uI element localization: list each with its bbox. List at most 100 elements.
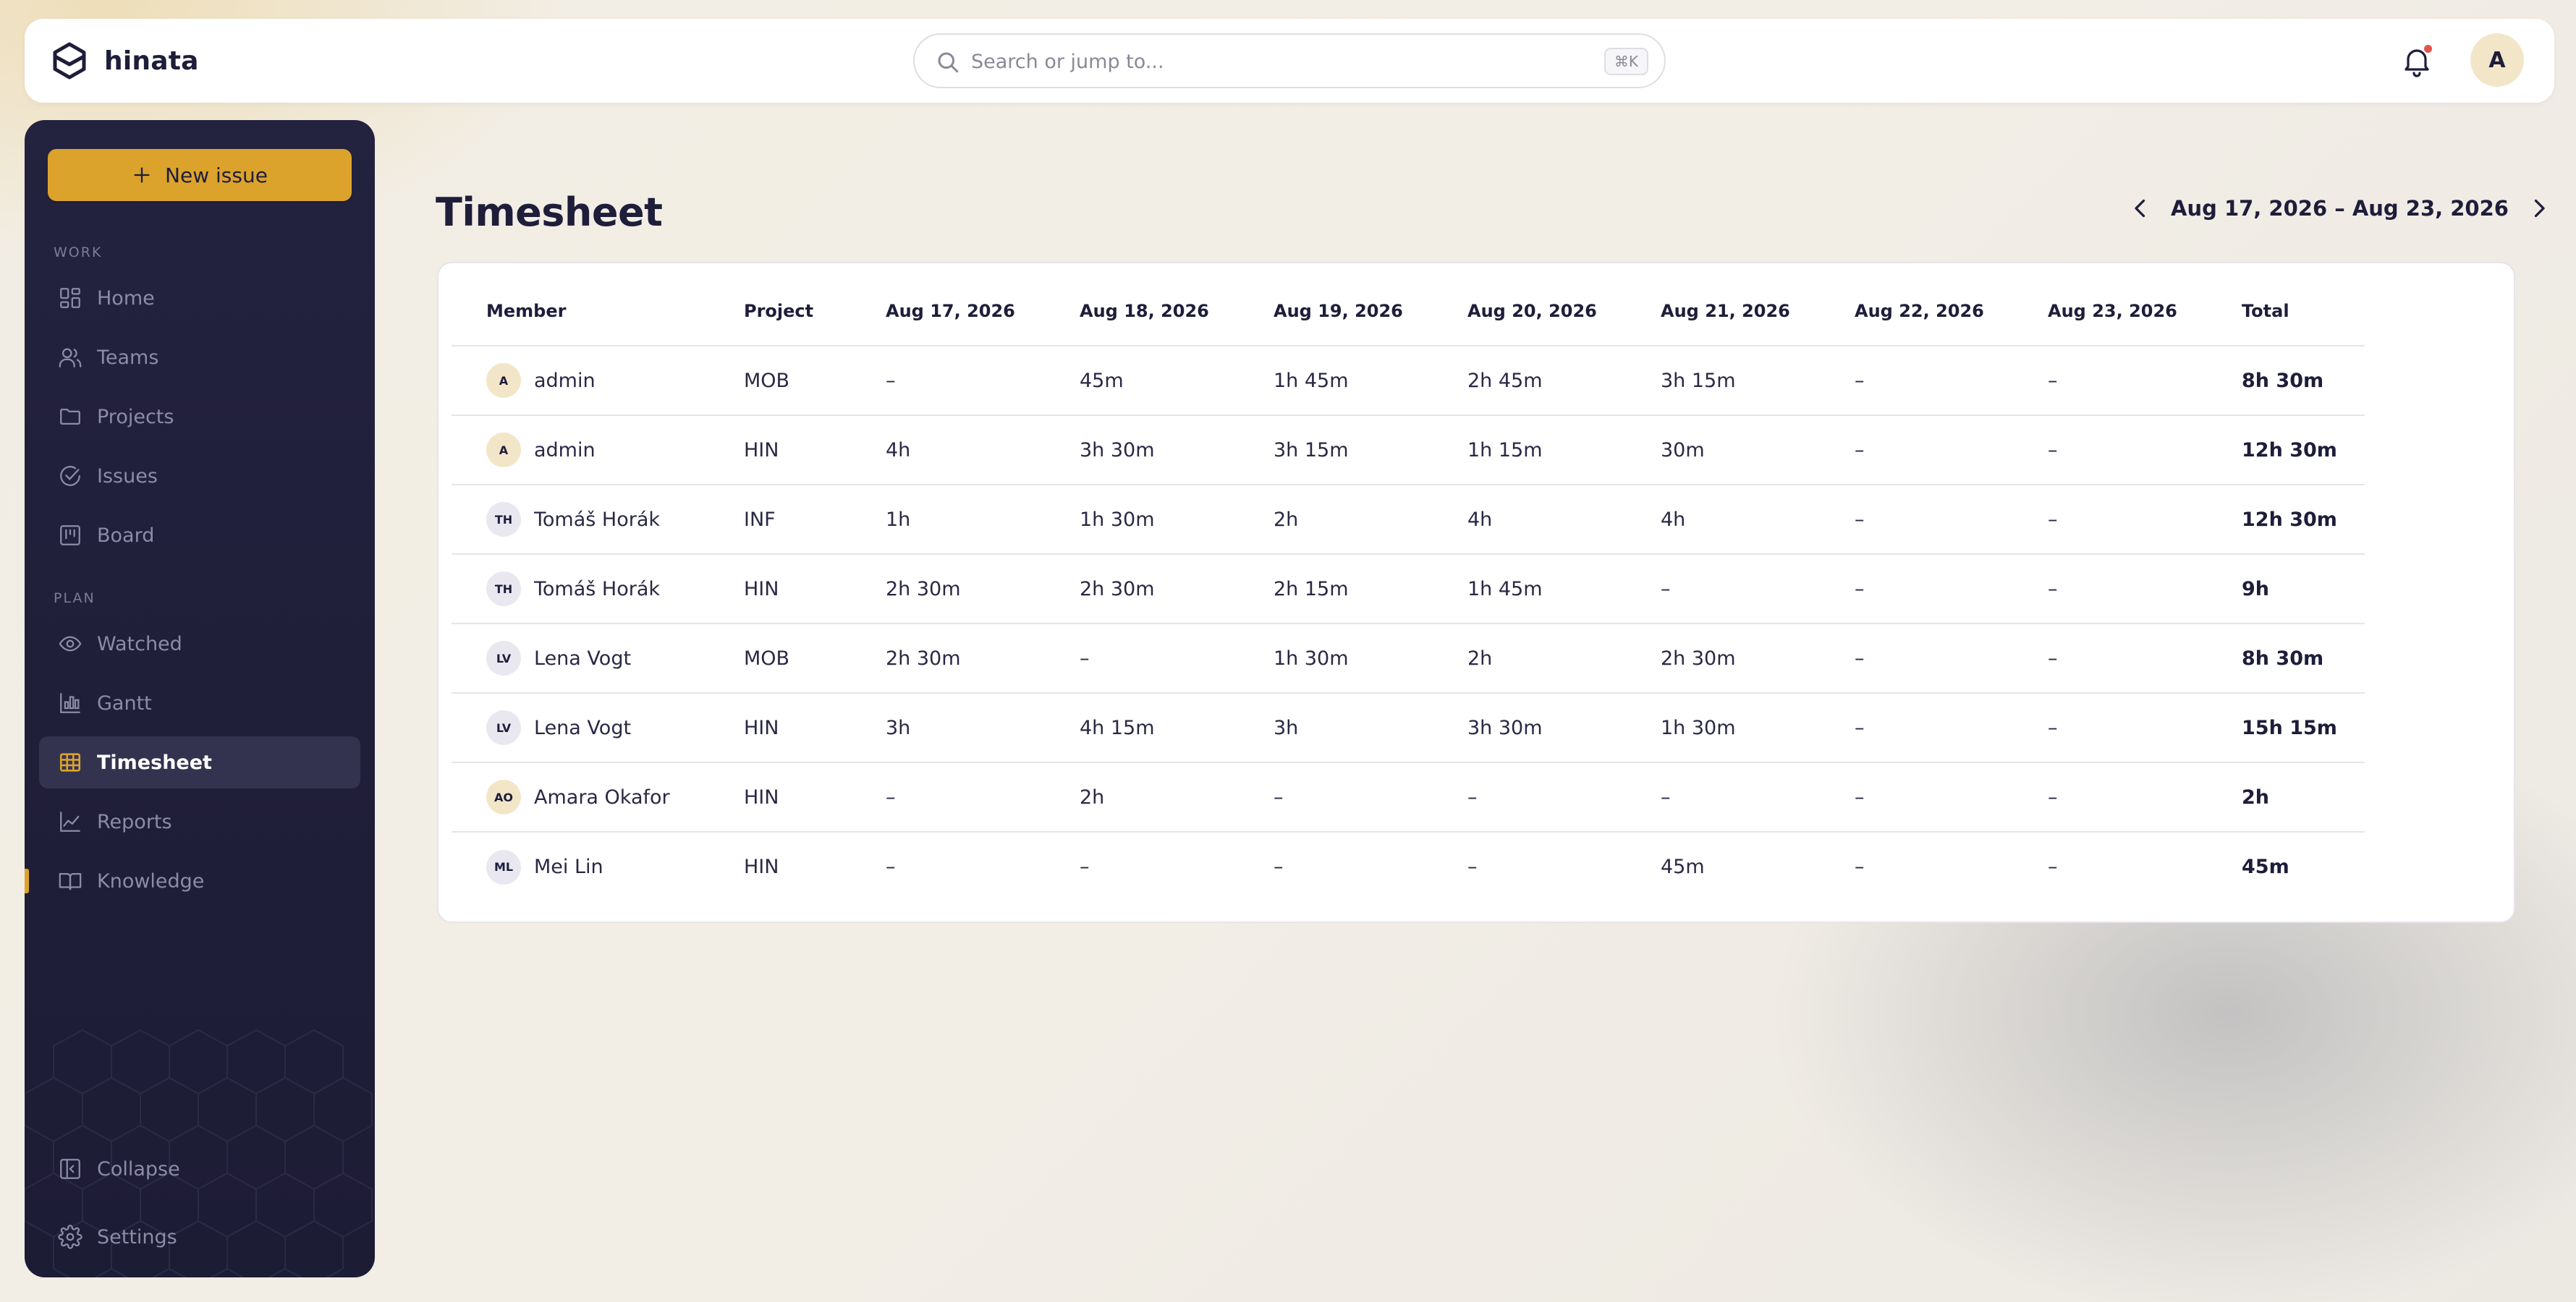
time-cell[interactable]: 1h 30m (1274, 624, 1467, 694)
sidebar-item-knowledge[interactable]: Knowledge (39, 855, 360, 907)
sidebar-item-timesheet[interactable]: Timesheet (39, 736, 360, 788)
time-cell[interactable]: 4h (1467, 485, 1661, 555)
total-cell: 8h 30m (2242, 346, 2365, 416)
time-cell[interactable]: 2h 45m (1467, 346, 1661, 416)
table-row[interactable]: TH Tomáš Horák INF 1h 1h 30m 2h 4h 4h – –… (452, 485, 2365, 555)
time-cell[interactable]: 4h (886, 415, 1080, 485)
kanban-icon (60, 525, 80, 545)
sidebar-item-label: Watched (97, 632, 182, 655)
time-cell[interactable]: – (1661, 762, 1855, 833)
member-name: Tomáš Horák (534, 508, 661, 531)
collapse-label: Collapse (97, 1157, 180, 1180)
table-row[interactable]: LV Lena Vogt MOB 2h 30m – 1h 30m 2h 2h 30… (452, 624, 2365, 694)
time-cell[interactable]: 4h 15m (1080, 693, 1274, 763)
sidebar-item-gantt[interactable]: Gantt (39, 677, 360, 729)
sidebar-item-home[interactable]: Home (39, 272, 360, 324)
time-cell[interactable]: 45m (1080, 346, 1274, 416)
time-cell[interactable]: – (1855, 624, 2048, 694)
sidebar-item-board[interactable]: Board (39, 509, 360, 561)
time-cell[interactable]: – (2048, 762, 2242, 833)
time-cell[interactable]: – (1661, 554, 1855, 624)
time-cell[interactable]: – (2048, 485, 2242, 555)
time-cell[interactable]: 3h (1274, 693, 1467, 763)
time-cell[interactable]: – (1855, 485, 2048, 555)
time-cell[interactable]: 45m (1661, 832, 1855, 901)
time-cell[interactable]: – (1855, 693, 2048, 763)
time-cell[interactable]: – (2048, 624, 2242, 694)
time-cell[interactable]: – (1080, 832, 1274, 901)
chevron-right-icon[interactable] (2526, 195, 2552, 221)
user-avatar[interactable]: A (2470, 33, 2524, 87)
time-cell[interactable]: 2h (1467, 624, 1661, 694)
time-cell[interactable]: 2h (1274, 485, 1467, 555)
column-header-day: Aug 21, 2026 (1661, 276, 1855, 346)
time-cell[interactable]: 3h (886, 693, 1080, 763)
sidebar-item-projects[interactable]: Projects (39, 391, 360, 443)
time-cell[interactable]: – (886, 346, 1080, 416)
time-cell[interactable]: – (2048, 346, 2242, 416)
time-cell[interactable]: – (2048, 832, 2242, 901)
time-cell[interactable]: – (2048, 415, 2242, 485)
avatar: TH (486, 502, 521, 537)
time-cell[interactable]: – (886, 762, 1080, 833)
notification-dot (2424, 45, 2432, 53)
time-cell[interactable]: 1h 30m (1080, 485, 1274, 555)
search-input[interactable] (971, 45, 1564, 78)
sidebar-item-watched[interactable]: Watched (39, 618, 360, 670)
time-cell[interactable]: 3h 30m (1467, 693, 1661, 763)
sidebar-item-issues[interactable]: Issues (39, 450, 360, 502)
time-cell[interactable]: – (1855, 415, 2048, 485)
time-cell[interactable]: – (1467, 832, 1661, 901)
search-bar[interactable]: ⌘K (913, 33, 1666, 88)
time-cell[interactable]: 2h (1080, 762, 1274, 833)
total-cell: 2h (2242, 762, 2365, 833)
time-cell[interactable]: 1h 45m (1274, 346, 1467, 416)
time-cell[interactable]: 2h 15m (1274, 554, 1467, 624)
time-cell[interactable]: – (1080, 624, 1274, 694)
time-cell[interactable]: 1h 15m (1467, 415, 1661, 485)
time-cell[interactable]: 2h 30m (886, 554, 1080, 624)
time-cell[interactable]: 2h 30m (886, 624, 1080, 694)
time-cell[interactable]: 2h 30m (1080, 554, 1274, 624)
top-bar: hinata ⌘K A (25, 19, 2554, 103)
time-cell[interactable]: – (2048, 693, 2242, 763)
total-cell: 8h 30m (2242, 624, 2365, 694)
settings-button[interactable]: Settings (39, 1211, 360, 1263)
new-issue-label: New issue (165, 163, 268, 187)
time-cell[interactable]: 4h (1661, 485, 1855, 555)
time-cell[interactable]: – (1274, 832, 1467, 901)
time-cell[interactable]: 1h 30m (1661, 693, 1855, 763)
table-row[interactable]: Aadmin HIN 4h 3h 30m 3h 15m 1h 15m 30m –… (452, 415, 2365, 485)
table-row[interactable]: TH Tomáš Horák HIN 2h 30m 2h 30m 2h 15m 1… (452, 554, 2365, 624)
line-chart-icon (60, 812, 80, 832)
project-cell: MOB (744, 624, 886, 694)
collapse-button[interactable]: Collapse (39, 1143, 360, 1195)
time-cell[interactable]: – (1855, 832, 2048, 901)
sidebar-collapse-icon (60, 1159, 80, 1179)
table-row[interactable]: ML Mei Lin HIN – – – – 45m – – 45m (452, 832, 2365, 901)
time-cell[interactable]: 3h 30m (1080, 415, 1274, 485)
date-range-label: Aug 17, 2026 – Aug 23, 2026 (2171, 196, 2509, 221)
time-cell[interactable]: 1h 45m (1467, 554, 1661, 624)
chevron-left-icon[interactable] (2127, 195, 2153, 221)
time-cell[interactable]: 1h (886, 485, 1080, 555)
time-cell[interactable]: 30m (1661, 415, 1855, 485)
time-cell[interactable]: 3h 15m (1274, 415, 1467, 485)
time-cell[interactable]: – (1467, 762, 1661, 833)
time-cell[interactable]: 2h 30m (1661, 624, 1855, 694)
time-cell[interactable]: – (1855, 346, 2048, 416)
time-cell[interactable]: 3h 15m (1661, 346, 1855, 416)
time-cell[interactable]: – (2048, 554, 2242, 624)
total-cell: 12h 30m (2242, 415, 2365, 485)
time-cell[interactable]: – (886, 832, 1080, 901)
table-row[interactable]: LV Lena Vogt HIN 3h 4h 15m 3h 3h 30m 1h 3… (452, 693, 2365, 763)
sidebar-item-teams[interactable]: Teams (39, 331, 360, 383)
time-cell[interactable]: – (1855, 554, 2048, 624)
table-row[interactable]: Aadmin MOB – 45m 1h 45m 2h 45m 3h 15m – … (452, 346, 2365, 416)
new-issue-button[interactable]: New issue (48, 149, 352, 201)
table-row[interactable]: AO Amara Okafor HIN – 2h – – – – – 2h (452, 762, 2365, 833)
brand[interactable]: hinata (52, 41, 199, 81)
time-cell[interactable]: – (1274, 762, 1467, 833)
time-cell[interactable]: – (1855, 762, 2048, 833)
sidebar-item-reports[interactable]: Reports (39, 796, 360, 848)
